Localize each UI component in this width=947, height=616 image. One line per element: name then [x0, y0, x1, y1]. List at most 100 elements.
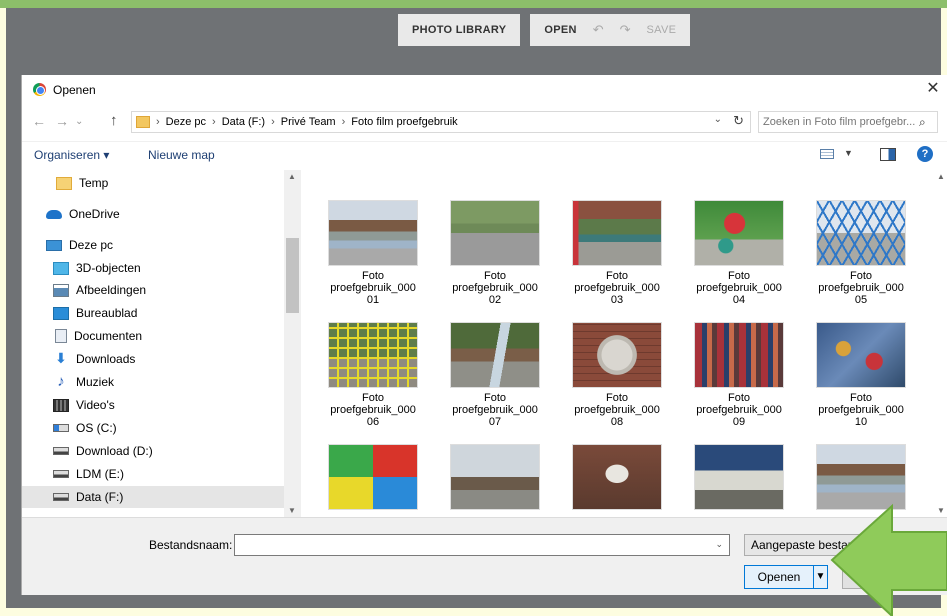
photo-thumbnail [328, 322, 418, 388]
file-item[interactable]: Foto proefgebruik_000 07 [442, 322, 548, 428]
nav-item-label: Downloads [76, 352, 136, 366]
undo-icon[interactable]: ↶ [593, 22, 604, 38]
nav-item-label: 3D-objecten [76, 261, 141, 275]
video-icon [53, 398, 69, 412]
photo-library-button[interactable]: PHOTO LIBRARY [412, 24, 506, 36]
breadcrumb-item[interactable]: Data (F:) [222, 116, 265, 128]
nav-item-afbeeldingen[interactable]: Afbeeldingen [22, 279, 284, 301]
chevron-down-icon[interactable]: ▼ [844, 148, 853, 158]
nav-item-deze-pc[interactable]: Deze pc [22, 234, 284, 256]
filename-input[interactable] [235, 535, 705, 555]
address-bar[interactable]: › Deze pc › Data (F:) › Privé Team › Fot… [131, 111, 751, 133]
nav-item-3d-objecten[interactable]: 3D-objecten [22, 257, 284, 279]
photo-thumbnail [816, 200, 906, 266]
filename-label: Bestandsnaam: [149, 538, 233, 552]
close-icon[interactable]: ✕ [920, 77, 946, 101]
file-item[interactable] [564, 444, 670, 514]
scroll-up-icon[interactable]: ▲ [288, 172, 296, 181]
nav-item-os-c[interactable]: OS (C:) [22, 417, 284, 439]
photo-thumbnail [694, 444, 784, 510]
file-item[interactable]: Foto proefgebruik_000 05 [808, 200, 914, 306]
nav-item-label: Download (D:) [76, 444, 153, 458]
drive-icon [53, 470, 69, 478]
open-dropdown-icon[interactable]: ▼ [813, 566, 827, 588]
pictures-icon [53, 283, 69, 297]
nav-item-downloads[interactable]: ⬇ Downloads [22, 348, 284, 370]
dialog-footer: Bestandsnaam: ⌄ Aangepaste bestanden Ope… [22, 517, 947, 595]
file-item[interactable] [686, 444, 792, 514]
nav-item-data-f[interactable]: Data (F:) [22, 486, 284, 508]
breadcrumb-item[interactable]: Privé Team [281, 116, 336, 128]
help-icon[interactable]: ? [917, 146, 933, 162]
file-item[interactable] [320, 444, 426, 514]
breadcrumb-separator: › [156, 116, 160, 128]
nav-item-ldm-e[interactable]: LDM (E:) [22, 463, 284, 485]
chrome-logo-icon [33, 83, 46, 96]
music-icon: ♪ [57, 373, 65, 390]
back-arrow-icon[interactable]: ← [32, 113, 46, 129]
scroll-down-icon[interactable]: ▼ [288, 506, 296, 515]
file-item[interactable]: Foto proefgebruik_000 09 [686, 322, 792, 428]
new-folder-button[interactable]: Nieuwe map [148, 148, 215, 162]
nav-item-temp[interactable]: Temp [22, 172, 284, 194]
file-item[interactable] [442, 444, 548, 514]
address-dropdown-icon[interactable]: ⌄ [714, 114, 722, 125]
nav-item-videos[interactable]: Video's [22, 394, 284, 416]
document-icon [55, 329, 67, 343]
top-border [0, 0, 947, 8]
chevron-down-icon[interactable]: ⌄ [75, 116, 83, 127]
nav-item-muziek[interactable]: ♪ Muziek [22, 371, 284, 393]
preview-pane-icon[interactable] [880, 148, 896, 161]
open-app-button[interactable]: OPEN [544, 24, 576, 36]
search-icon[interactable]: ⌕ [919, 115, 926, 130]
nav-item-documenten[interactable]: Documenten [22, 325, 284, 347]
nav-item-download-d[interactable]: Download (D:) [22, 440, 284, 462]
file-label: Foto proefgebruik_000 09 [696, 392, 782, 428]
nav-item-onedrive[interactable]: OneDrive [22, 203, 284, 225]
forward-arrow-icon[interactable]: → [55, 113, 69, 129]
nav-item-label: OS (C:) [76, 421, 117, 435]
file-label: Foto proefgebruik_000 04 [696, 270, 782, 306]
breadcrumb-item[interactable]: Deze pc [166, 116, 206, 128]
computer-icon [46, 239, 62, 251]
nav-scrollbar-thumb[interactable] [286, 238, 299, 313]
refresh-icon[interactable]: ↻ [733, 113, 744, 129]
chevron-down-icon[interactable]: ⌄ [715, 539, 723, 550]
download-icon: ⬇ [55, 350, 67, 366]
folder-icon [136, 116, 150, 128]
file-item[interactable]: Foto proefgebruik_000 04 [686, 200, 792, 306]
command-bar: Organiseren ▾ Nieuwe map ▼ ? [22, 141, 947, 167]
file-label: Foto proefgebruik_000 06 [330, 392, 416, 428]
nav-item-bureaublad[interactable]: Bureaublad [22, 302, 284, 324]
photo-thumbnail [572, 444, 662, 510]
breadcrumb-item[interactable]: Foto film proefgebruik [351, 116, 457, 128]
file-item[interactable]: Foto proefgebruik_000 02 [442, 200, 548, 306]
nav-item-label: Documenten [74, 329, 143, 343]
up-arrow-icon[interactable]: ↑ [110, 112, 118, 129]
open-button[interactable]: Openen ▼ [744, 565, 828, 589]
search-input[interactable] [763, 116, 919, 128]
dialog-title: Openen [53, 83, 96, 97]
file-label: Foto proefgebruik_000 07 [452, 392, 538, 428]
redo-icon[interactable]: ↷ [620, 22, 631, 38]
scroll-up-icon[interactable]: ▲ [937, 172, 945, 181]
cloud-icon [46, 209, 62, 219]
drive-icon [53, 447, 69, 455]
file-item[interactable]: Foto proefgebruik_000 03 [564, 200, 670, 306]
file-label: Foto proefgebruik_000 08 [574, 392, 660, 428]
file-item[interactable]: Foto proefgebruik_000 08 [564, 322, 670, 428]
drive-icon [53, 493, 69, 501]
file-list-pane: Foto proefgebruik_000 01 Foto proefgebruik_… [301, 170, 947, 517]
save-app-button[interactable]: SAVE [647, 24, 677, 36]
nav-scrollbar[interactable]: ▲ ▼ [284, 170, 301, 517]
file-scrollbar[interactable]: ▲ ▼ [934, 170, 947, 517]
desktop-icon [53, 306, 69, 320]
photo-thumbnail [694, 200, 784, 266]
file-item[interactable]: Foto proefgebruik_000 10 [808, 322, 914, 428]
nav-item-label: OneDrive [69, 207, 120, 221]
organize-button[interactable]: Organiseren ▾ [34, 148, 109, 162]
photo-library-group: PHOTO LIBRARY [398, 14, 521, 46]
file-item[interactable]: Foto proefgebruik_000 01 [320, 200, 426, 306]
view-options-icon[interactable] [820, 149, 834, 159]
file-item[interactable]: Foto proefgebruik_000 06 [320, 322, 426, 428]
